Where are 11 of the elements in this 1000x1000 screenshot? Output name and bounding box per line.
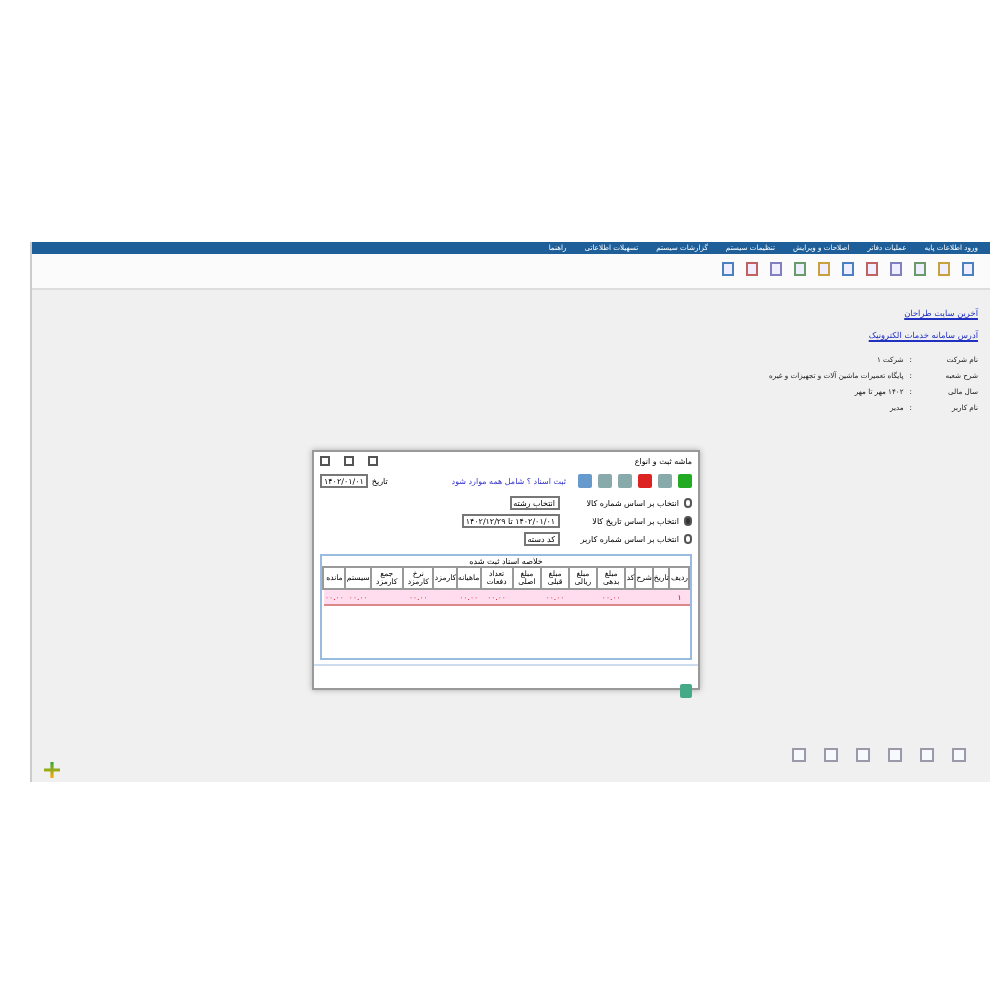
shortcut-icon[interactable] bbox=[824, 748, 838, 762]
radio-button[interactable] bbox=[683, 498, 692, 508]
max-icon[interactable] bbox=[344, 456, 354, 466]
shortcut-icon[interactable] bbox=[856, 748, 870, 762]
shortcut-icon[interactable] bbox=[920, 748, 934, 762]
shortcut-icon[interactable] bbox=[952, 748, 966, 762]
shortcut-icon[interactable] bbox=[888, 748, 902, 762]
shortcut-icon[interactable] bbox=[792, 748, 806, 762]
logo-icon bbox=[44, 762, 60, 778]
radio-button[interactable] bbox=[683, 516, 692, 526]
radio-button[interactable] bbox=[683, 534, 692, 544]
